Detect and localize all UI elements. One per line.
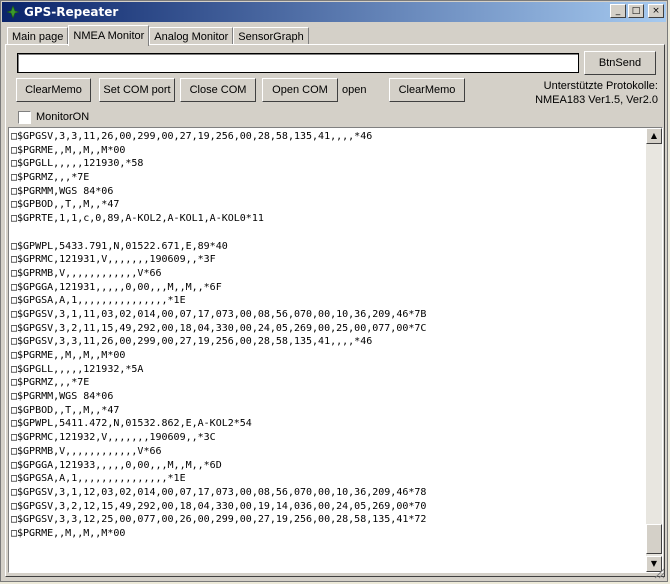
monitor-on-checkbox[interactable] (18, 111, 31, 124)
memo-line: □$GPGLL,,,,,121932,*5A (11, 363, 144, 375)
memo-lines: □$GPGSV,3,3,11,26,00,299,00,27,19,256,00… (11, 130, 644, 541)
memo-line: □$PGRMM,WGS 84*06 (11, 391, 114, 403)
clear-memo-button-2[interactable]: ClearMemo (389, 78, 465, 102)
memo-line: □$GPBOD,,T,,M,,*47 (11, 199, 120, 211)
tab-main-page[interactable]: Main page (7, 27, 69, 45)
open-com-button[interactable]: Open COM (262, 78, 338, 102)
title-bar[interactable]: GPS-Repeater _ □ × (2, 2, 666, 22)
nmea-memo[interactable]: □$GPGSV,3,3,11,26,00,299,00,27,19,256,00… (8, 127, 663, 573)
app-window: GPS-Repeater _ □ × Main page NMEA Monito… (0, 0, 668, 582)
memo-line (11, 226, 644, 240)
memo-line: □$GPGSV,3,3,11,26,00,299,00,27,19,256,00… (11, 336, 373, 348)
maximize-button[interactable]: □ (628, 4, 644, 18)
memo-line: □$GPRTE,1,1,c,0,89,A-KOL2,A-KOL1,A-KOL0*… (11, 213, 264, 225)
com-status-label: open (342, 84, 367, 96)
memo-line: □$PGRMZ,,,*7E (11, 377, 90, 389)
memo-line: □$GPGGA,121933,,,,,0,00,,,M,,M,,*6D (11, 459, 222, 471)
memo-line: □$GPGSV,3,2,11,15,49,292,00,18,04,330,00… (11, 322, 427, 334)
memo-scrollbar[interactable]: ▲ ▼ (646, 128, 662, 572)
memo-line: □$GPGSV,3,3,12,25,00,077,00,26,00,299,00… (11, 514, 427, 526)
set-com-port-button[interactable]: Set COM port (99, 78, 175, 102)
memo-line: □$GPRMC,121932,V,,,,,,,190609,,*3C (11, 432, 216, 444)
window-title: GPS-Repeater (24, 5, 119, 19)
close-com-button[interactable]: Close COM (180, 78, 256, 102)
memo-line: □$GPGSA,A,1,,,,,,,,,,,,,,,*1E (11, 473, 186, 485)
minimize-button[interactable]: _ (610, 4, 626, 18)
protocols-info: Unterstützte Protokolle: NMEA183 Ver1.5,… (535, 79, 658, 107)
memo-line: □$PGRME,,M,,M,,M*00 (11, 144, 126, 156)
memo-line: □$GPRMB,V,,,,,,,,,,,,V*66 (11, 267, 162, 279)
memo-line: □$GPGSA,A,1,,,,,,,,,,,,,,,*1E (11, 295, 186, 307)
memo-line: □$GPGSV,3,2,12,15,49,292,00,18,04,330,00… (11, 500, 427, 512)
tab-analog-monitor[interactable]: Analog Monitor (149, 27, 234, 45)
memo-line: □$GPGGA,121931,,,,,0,00,,,M,,M,,*6F (11, 281, 222, 293)
memo-line: □$GPGSV,3,1,11,03,02,014,00,07,17,073,00… (11, 308, 427, 320)
scroll-up-button[interactable]: ▲ (646, 128, 662, 144)
memo-line: □$GPRMC,121931,V,,,,,,,190609,,*3F (11, 254, 216, 266)
monitor-on-label: MonitorON (36, 111, 90, 123)
protocols-versions: NMEA183 Ver1.5, Ver2.0 (535, 94, 658, 106)
memo-line: □$PGRMM,WGS 84*06 (11, 185, 114, 197)
memo-line: □$PGRME,,M,,M,,M*00 (11, 527, 126, 539)
memo-line: □$GPGLL,,,,,121930,*58 (11, 158, 144, 170)
memo-line: □$PGRME,,M,,M,,M*00 (11, 350, 126, 361)
send-input[interactable] (17, 53, 579, 73)
clear-memo-button-1[interactable]: ClearMemo (16, 78, 91, 102)
tab-sensorgraph[interactable]: SensorGraph (233, 27, 309, 45)
send-button[interactable]: BtnSend (584, 51, 656, 75)
nmea-monitor-panel: BtnSend ClearMemo Set COM port Close COM… (5, 44, 665, 577)
memo-line: □$GPRMB,V,,,,,,,,,,,,V*66 (11, 445, 162, 457)
protocols-heading: Unterstützte Protokolle: (543, 80, 658, 92)
tab-nmea-monitor[interactable]: NMEA Monitor (68, 25, 150, 46)
app-icon (6, 5, 20, 19)
resize-grip-icon[interactable] (653, 567, 665, 579)
tab-strip: Main page NMEA Monitor Analog Monitor Se… (7, 25, 309, 46)
scroll-thumb[interactable] (646, 524, 662, 554)
close-button[interactable]: × (648, 4, 664, 18)
memo-line: □$GPGSV,3,3,11,26,00,299,00,27,19,256,00… (11, 131, 373, 142)
memo-line: □$GPGSV,3,1,12,03,02,014,00,07,17,073,00… (11, 486, 427, 498)
memo-line: □$GPWPL,5411.472,N,01532.862,E,A-KOL2*54 (11, 418, 252, 430)
memo-line: □$PGRMZ,,,*7E (11, 172, 90, 184)
memo-line: □$GPBOD,,T,,M,,*47 (11, 404, 120, 416)
memo-line: □$GPWPL,5433.791,N,01522.671,E,89*40 (11, 240, 228, 252)
